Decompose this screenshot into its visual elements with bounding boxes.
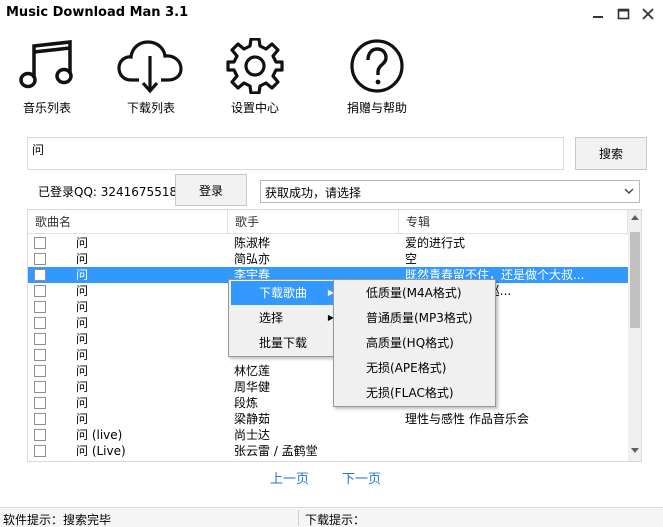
artist-cell: 简弘亦	[234, 252, 271, 266]
row-checkbox[interactable]	[34, 237, 46, 249]
software-status-text: 软件提示：搜索完毕	[3, 513, 112, 527]
list-header: 歌曲名 歌手 专辑	[28, 210, 628, 234]
row-checkbox[interactable]	[34, 301, 46, 313]
list-scrollbar[interactable]	[628, 210, 641, 461]
menu-item-download-song-label: 下载歌曲	[259, 286, 308, 300]
search-input[interactable]: 问	[27, 137, 564, 170]
toolbar-settings-label: 设置中心	[230, 101, 279, 115]
song-name-cell: 问	[76, 364, 89, 378]
close-icon[interactable]	[637, 4, 659, 24]
submenu-item-normal-quality[interactable]: 普通质量(MP3格式)	[336, 306, 493, 330]
row-checkbox[interactable]	[34, 285, 46, 297]
login-status-text: 已登录QQ: 3241675518	[38, 185, 178, 199]
table-row[interactable]: 问周华健	[28, 379, 628, 395]
chevron-down-icon	[624, 188, 634, 194]
gear-icon	[226, 38, 284, 94]
toolbar-download-list-label: 下载列表	[126, 101, 175, 115]
row-checkbox[interactable]	[34, 317, 46, 329]
song-name-cell: 问	[76, 252, 89, 266]
toolbar-settings-button[interactable]: 设置中心	[221, 38, 289, 118]
row-checkbox[interactable]	[34, 333, 46, 345]
menu-item-select-label: 选择	[259, 311, 284, 325]
column-header-artist[interactable]: 歌手	[228, 210, 399, 234]
toolbar-music-list-label: 音乐列表	[22, 101, 71, 115]
scroll-up-icon[interactable]	[631, 214, 639, 220]
table-row[interactable]: 问 (Live) 张云雷 / 孟鹤堂	[28, 443, 628, 459]
prev-page-link[interactable]: 上一页	[270, 468, 309, 487]
status-divider	[298, 510, 299, 526]
status-bar: 软件提示：搜索完毕 下载提示：	[0, 507, 663, 527]
column-header-album[interactable]: 专辑	[399, 210, 628, 234]
song-name-cell: 问	[76, 332, 89, 346]
scroll-down-icon[interactable]	[631, 448, 639, 454]
maximize-icon[interactable]	[612, 4, 634, 24]
cloud-download-icon	[117, 40, 183, 94]
menu-item-select[interactable]: 选择 ▶	[231, 306, 339, 330]
album-cell: 空	[405, 252, 418, 266]
album-cell: 理性与感性 作品音乐会	[405, 412, 529, 426]
row-checkbox[interactable]	[34, 365, 46, 377]
toolbar-music-list-button[interactable]: 音乐列表	[18, 38, 76, 118]
row-checkbox[interactable]	[34, 445, 46, 457]
song-name-cell: 问 (live)	[76, 428, 123, 442]
table-row[interactable]: 问 简弘亦 空	[28, 251, 628, 267]
menu-item-batch-download-label: 批量下载	[259, 336, 308, 350]
music-note-icon	[19, 40, 73, 89]
song-name-cell: 问	[76, 284, 89, 298]
table-row[interactable]: 问 (live) 尚士达	[28, 427, 628, 443]
minimize-icon[interactable]	[587, 4, 609, 24]
row-checkbox[interactable]	[34, 429, 46, 441]
title-bar: Music Download Man 3.1	[0, 0, 663, 28]
album-cell	[405, 427, 625, 443]
song-name-cell: 问	[76, 380, 89, 394]
context-menu: 下载歌曲 ▶ 选择 ▶ 批量下载	[228, 279, 342, 357]
help-icon	[350, 39, 404, 93]
quality-submenu: 低质量(M4A格式) 普通质量(MP3格式) 高质量(HQ格式) 无损(APE格…	[333, 279, 496, 407]
download-status-text: 下载提示：	[305, 513, 366, 527]
table-row[interactable]: 问段炼	[28, 395, 628, 411]
row-checkbox[interactable]	[34, 269, 46, 281]
search-button[interactable]: 搜索	[575, 137, 647, 170]
row-checkbox[interactable]	[34, 381, 46, 393]
toolbar-help-label: 捐赠与帮助	[346, 101, 407, 115]
song-name-cell: 问	[76, 300, 89, 314]
artist-cell: 张云雷 / 孟鹤堂	[234, 444, 318, 458]
table-row[interactable]: 问 梁静茹 理性与感性 作品音乐会	[28, 411, 628, 427]
song-name-cell: 问	[76, 236, 89, 250]
song-name-cell: 问	[76, 348, 89, 362]
submenu-item-low-quality[interactable]: 低质量(M4A格式)	[336, 281, 493, 305]
next-page-link[interactable]: 下一页	[342, 468, 381, 487]
song-name-cell: 问	[76, 316, 89, 330]
artist-cell: 陈淑桦	[234, 236, 271, 250]
result-select-value: 获取成功，请选择	[265, 186, 362, 200]
login-button[interactable]: 登录	[175, 174, 247, 206]
row-checkbox[interactable]	[34, 413, 46, 425]
row-checkbox[interactable]	[34, 349, 46, 361]
submenu-item-lossless-ape[interactable]: 无损(APE格式)	[336, 356, 493, 380]
album-cell: 爱的进行式	[405, 236, 466, 250]
song-name-cell: 问	[76, 412, 89, 426]
column-header-song[interactable]: 歌曲名	[28, 210, 228, 234]
scrollbar-thumb[interactable]	[630, 232, 640, 328]
artist-cell: 尚士达	[234, 428, 271, 442]
toolbar-download-list-button[interactable]: 下载列表	[117, 38, 185, 118]
table-row[interactable]: 问林忆莲唱会	[28, 363, 628, 379]
result-select[interactable]: 获取成功，请选择	[260, 180, 640, 203]
menu-item-batch-download[interactable]: 批量下载	[231, 331, 339, 355]
table-row[interactable]: 问 陈淑桦 爱的进行式	[28, 235, 628, 251]
app-title: Music Download Man 3.1	[6, 5, 189, 20]
song-name-cell: 问 (Live)	[76, 444, 126, 458]
menu-item-download-song[interactable]: 下载歌曲 ▶	[231, 281, 339, 305]
toolbar-help-button[interactable]: 捐赠与帮助	[344, 38, 410, 118]
submenu-item-lossless-flac[interactable]: 无损(FLAC格式)	[336, 381, 493, 405]
row-checkbox[interactable]	[34, 253, 46, 265]
artist-cell: 梁静茹	[234, 412, 271, 426]
song-name-cell: 问	[76, 396, 89, 410]
submenu-item-high-quality[interactable]: 高质量(HQ格式)	[336, 331, 493, 355]
album-cell	[405, 443, 625, 459]
song-name-cell: 问	[76, 268, 89, 282]
row-checkbox[interactable]	[34, 397, 46, 409]
